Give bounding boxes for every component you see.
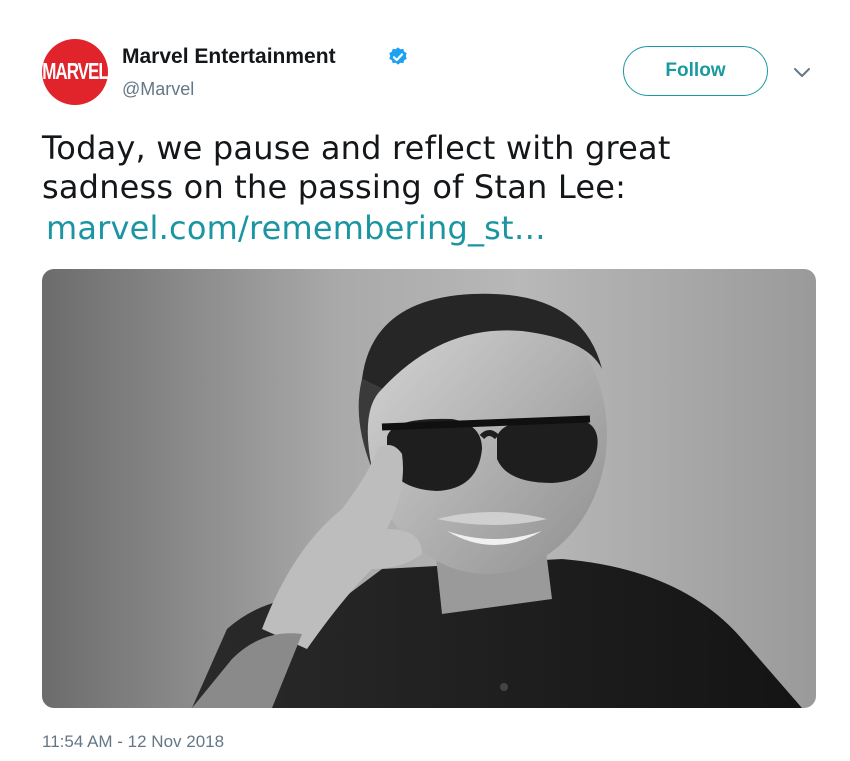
- tweet-timestamp[interactable]: 11:54 AM - 12 Nov 2018: [42, 732, 224, 752]
- author-name[interactable]: Marvel Entertainment: [122, 45, 336, 69]
- tweet-link[interactable]: marvel.com/remembering_st…: [46, 209, 782, 248]
- chevron-down-icon[interactable]: [793, 67, 811, 79]
- avatar[interactable]: MARVEL: [42, 39, 108, 105]
- marvel-logo: MARVEL: [42, 58, 108, 85]
- tweet-text: Today, we pause and reflect with great s…: [42, 129, 782, 248]
- tweet-text-line: Today, we pause and reflect with great: [42, 129, 671, 167]
- author-handle[interactable]: @Marvel: [122, 79, 194, 100]
- tweet-text-line: sadness on the passing of Stan Lee:: [42, 168, 627, 206]
- verified-badge-icon: [389, 47, 407, 65]
- tweet-photo[interactable]: [42, 269, 816, 708]
- follow-button[interactable]: Follow: [623, 46, 768, 96]
- portrait-photo: [192, 293, 802, 708]
- tweet-card: MARVEL Marvel Entertainment @Marvel Foll…: [0, 0, 850, 761]
